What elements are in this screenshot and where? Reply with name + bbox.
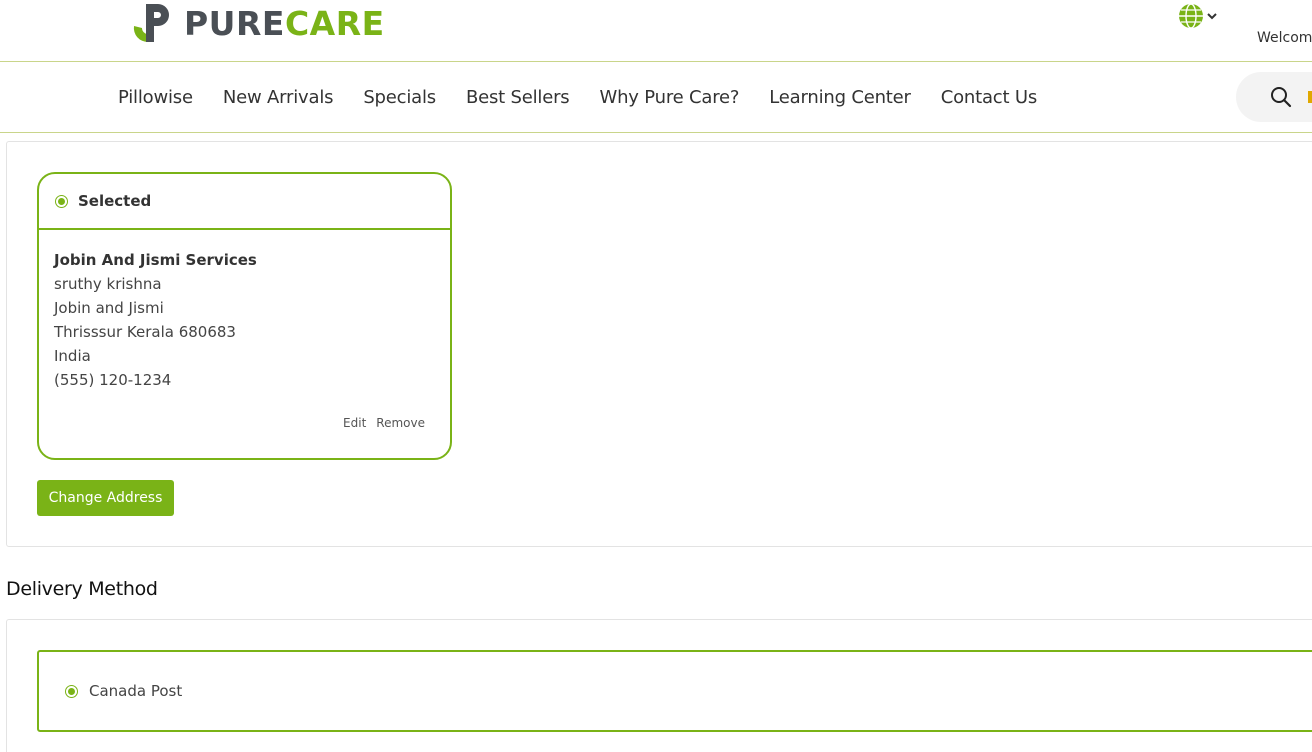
address-details: Jobin And Jismi Services sruthy krishna … — [39, 230, 450, 392]
address-city-line: Thrisssur Kerala 680683 — [54, 323, 236, 341]
selected-radio[interactable] — [55, 194, 68, 208]
address-card[interactable]: Selected Jobin And Jismi Services sruthy… — [37, 172, 452, 460]
delivery-option-canada-post[interactable]: Canada Post — [37, 650, 1312, 732]
delivery-option-label: Canada Post — [89, 682, 183, 700]
welcome-text: Welcome — [1257, 30, 1312, 46]
edit-address-link[interactable]: Edit — [343, 416, 366, 430]
nav-item-specials[interactable]: Specials — [363, 87, 436, 108]
address-phone: (555) 120-1234 — [54, 371, 172, 389]
remove-address-link[interactable]: Remove — [376, 416, 425, 430]
search-icon[interactable] — [1270, 86, 1292, 108]
address-actions: Edit Remove — [333, 416, 425, 430]
main-nav: Pillowise New Arrivals Specials Best Sel… — [0, 62, 1312, 133]
address-country: India — [54, 347, 91, 365]
nav-items: Pillowise New Arrivals Specials Best Sel… — [118, 62, 1037, 133]
nav-item-learning-center[interactable]: Learning Center — [769, 87, 911, 108]
delivery-method-title: Delivery Method — [6, 578, 158, 600]
logo-text-pure: PURE — [184, 4, 285, 43]
nav-item-pillowise[interactable]: Pillowise — [118, 87, 193, 108]
delivery-option-radio[interactable] — [65, 684, 78, 698]
nav-item-why-pure-care[interactable]: Why Pure Care? — [600, 87, 740, 108]
nav-item-best-sellers[interactable]: Best Sellers — [466, 87, 570, 108]
search-indicator — [1308, 91, 1312, 103]
address-company: Jobin And Jismi Services — [54, 251, 257, 269]
site-header: PURECARE Welcome — [0, 0, 1312, 62]
change-address-button[interactable]: Change Address — [37, 480, 174, 516]
language-selector[interactable] — [1178, 3, 1217, 29]
address-card-header: Selected — [39, 174, 450, 230]
address-name: sruthy krishna — [54, 275, 162, 293]
logo-text: PURECARE — [184, 2, 385, 46]
globe-icon — [1179, 3, 1203, 29]
address-line1: Jobin and Jismi — [54, 299, 164, 317]
nav-item-new-arrivals[interactable]: New Arrivals — [223, 87, 334, 108]
chevron-down-icon — [1207, 13, 1217, 20]
selected-label: Selected — [78, 192, 152, 210]
logo-text-care: CARE — [284, 4, 385, 43]
search-box[interactable] — [1236, 72, 1312, 122]
logo-mark-icon — [133, 4, 169, 43]
nav-item-contact-us[interactable]: Contact Us — [941, 87, 1038, 108]
purecare-logo[interactable]: PURECARE — [130, 2, 385, 46]
